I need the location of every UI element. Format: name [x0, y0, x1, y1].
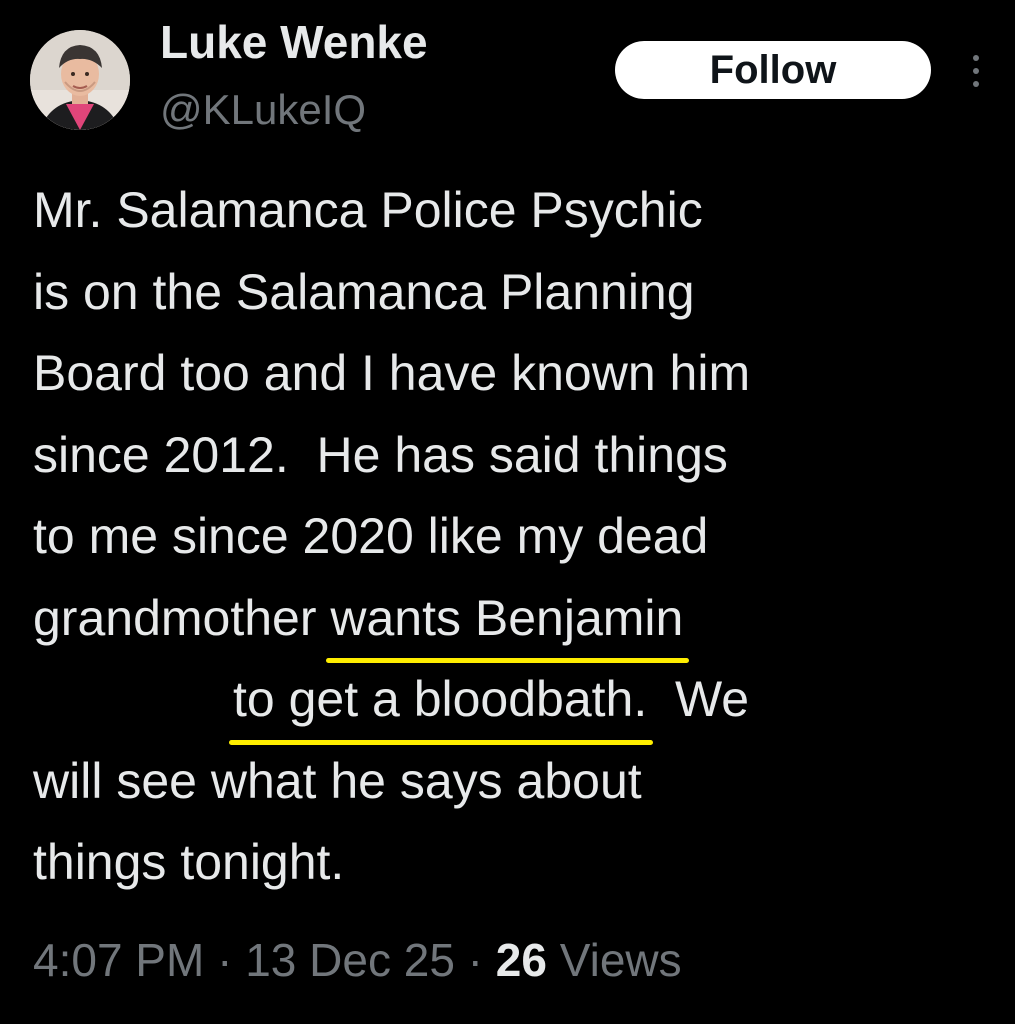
more-vertical-icon[interactable]	[968, 54, 984, 88]
highlighted-text-segment: wants Benjamin	[330, 589, 684, 646]
views-count[interactable]: 26	[496, 934, 547, 986]
tweet-line: things tonight.	[33, 834, 345, 890]
tweet-time[interactable]: 4:07 PM	[33, 934, 204, 986]
tweet-line: to get a bloodbath. We	[33, 659, 993, 745]
tweet-text-segment: We	[647, 671, 750, 727]
views-label[interactable]: Views	[547, 934, 682, 986]
avatar[interactable]	[30, 30, 130, 130]
highlighted-text-segment: to get a bloodbath.	[233, 671, 648, 727]
tweet-text: Mr. Salamanca Police Psychic is on the S…	[33, 170, 993, 904]
follow-button[interactable]: Follow	[615, 41, 931, 99]
tweet-meta: 4:07 PM · 13 Dec 25 · 26 Views	[33, 930, 682, 990]
meta-separator: ·	[454, 934, 496, 986]
tweet-line: Mr. Salamanca Police Psychic	[33, 182, 703, 238]
tweet-line: since 2012. He has said things	[33, 426, 728, 483]
tweet-line: will see what he says about	[33, 752, 642, 809]
author-display-name[interactable]: Luke Wenke	[160, 14, 428, 70]
tweet-line: is on the Salamanca Planning	[33, 263, 695, 320]
meta-separator: ·	[204, 934, 246, 986]
tweet-line: Board too and I have known him	[33, 345, 751, 401]
profile-photo-icon	[30, 30, 130, 130]
tweet-card: Luke Wenke @KLukeIQ Follow Mr. Salamanca…	[0, 0, 1015, 1024]
tweet-line: grandmother wants Benjamin	[33, 578, 993, 663]
author-handle[interactable]: @KLukeIQ	[160, 84, 366, 136]
highlighted-text: to get a bloodbath.	[229, 659, 654, 745]
highlighted-text: wants Benjamin	[326, 578, 690, 663]
tweet-text-segment: grandmother	[33, 589, 331, 646]
tweet-date[interactable]: 13 Dec 25	[245, 934, 455, 986]
tweet-line: to me since 2020 like my dead	[33, 508, 709, 564]
